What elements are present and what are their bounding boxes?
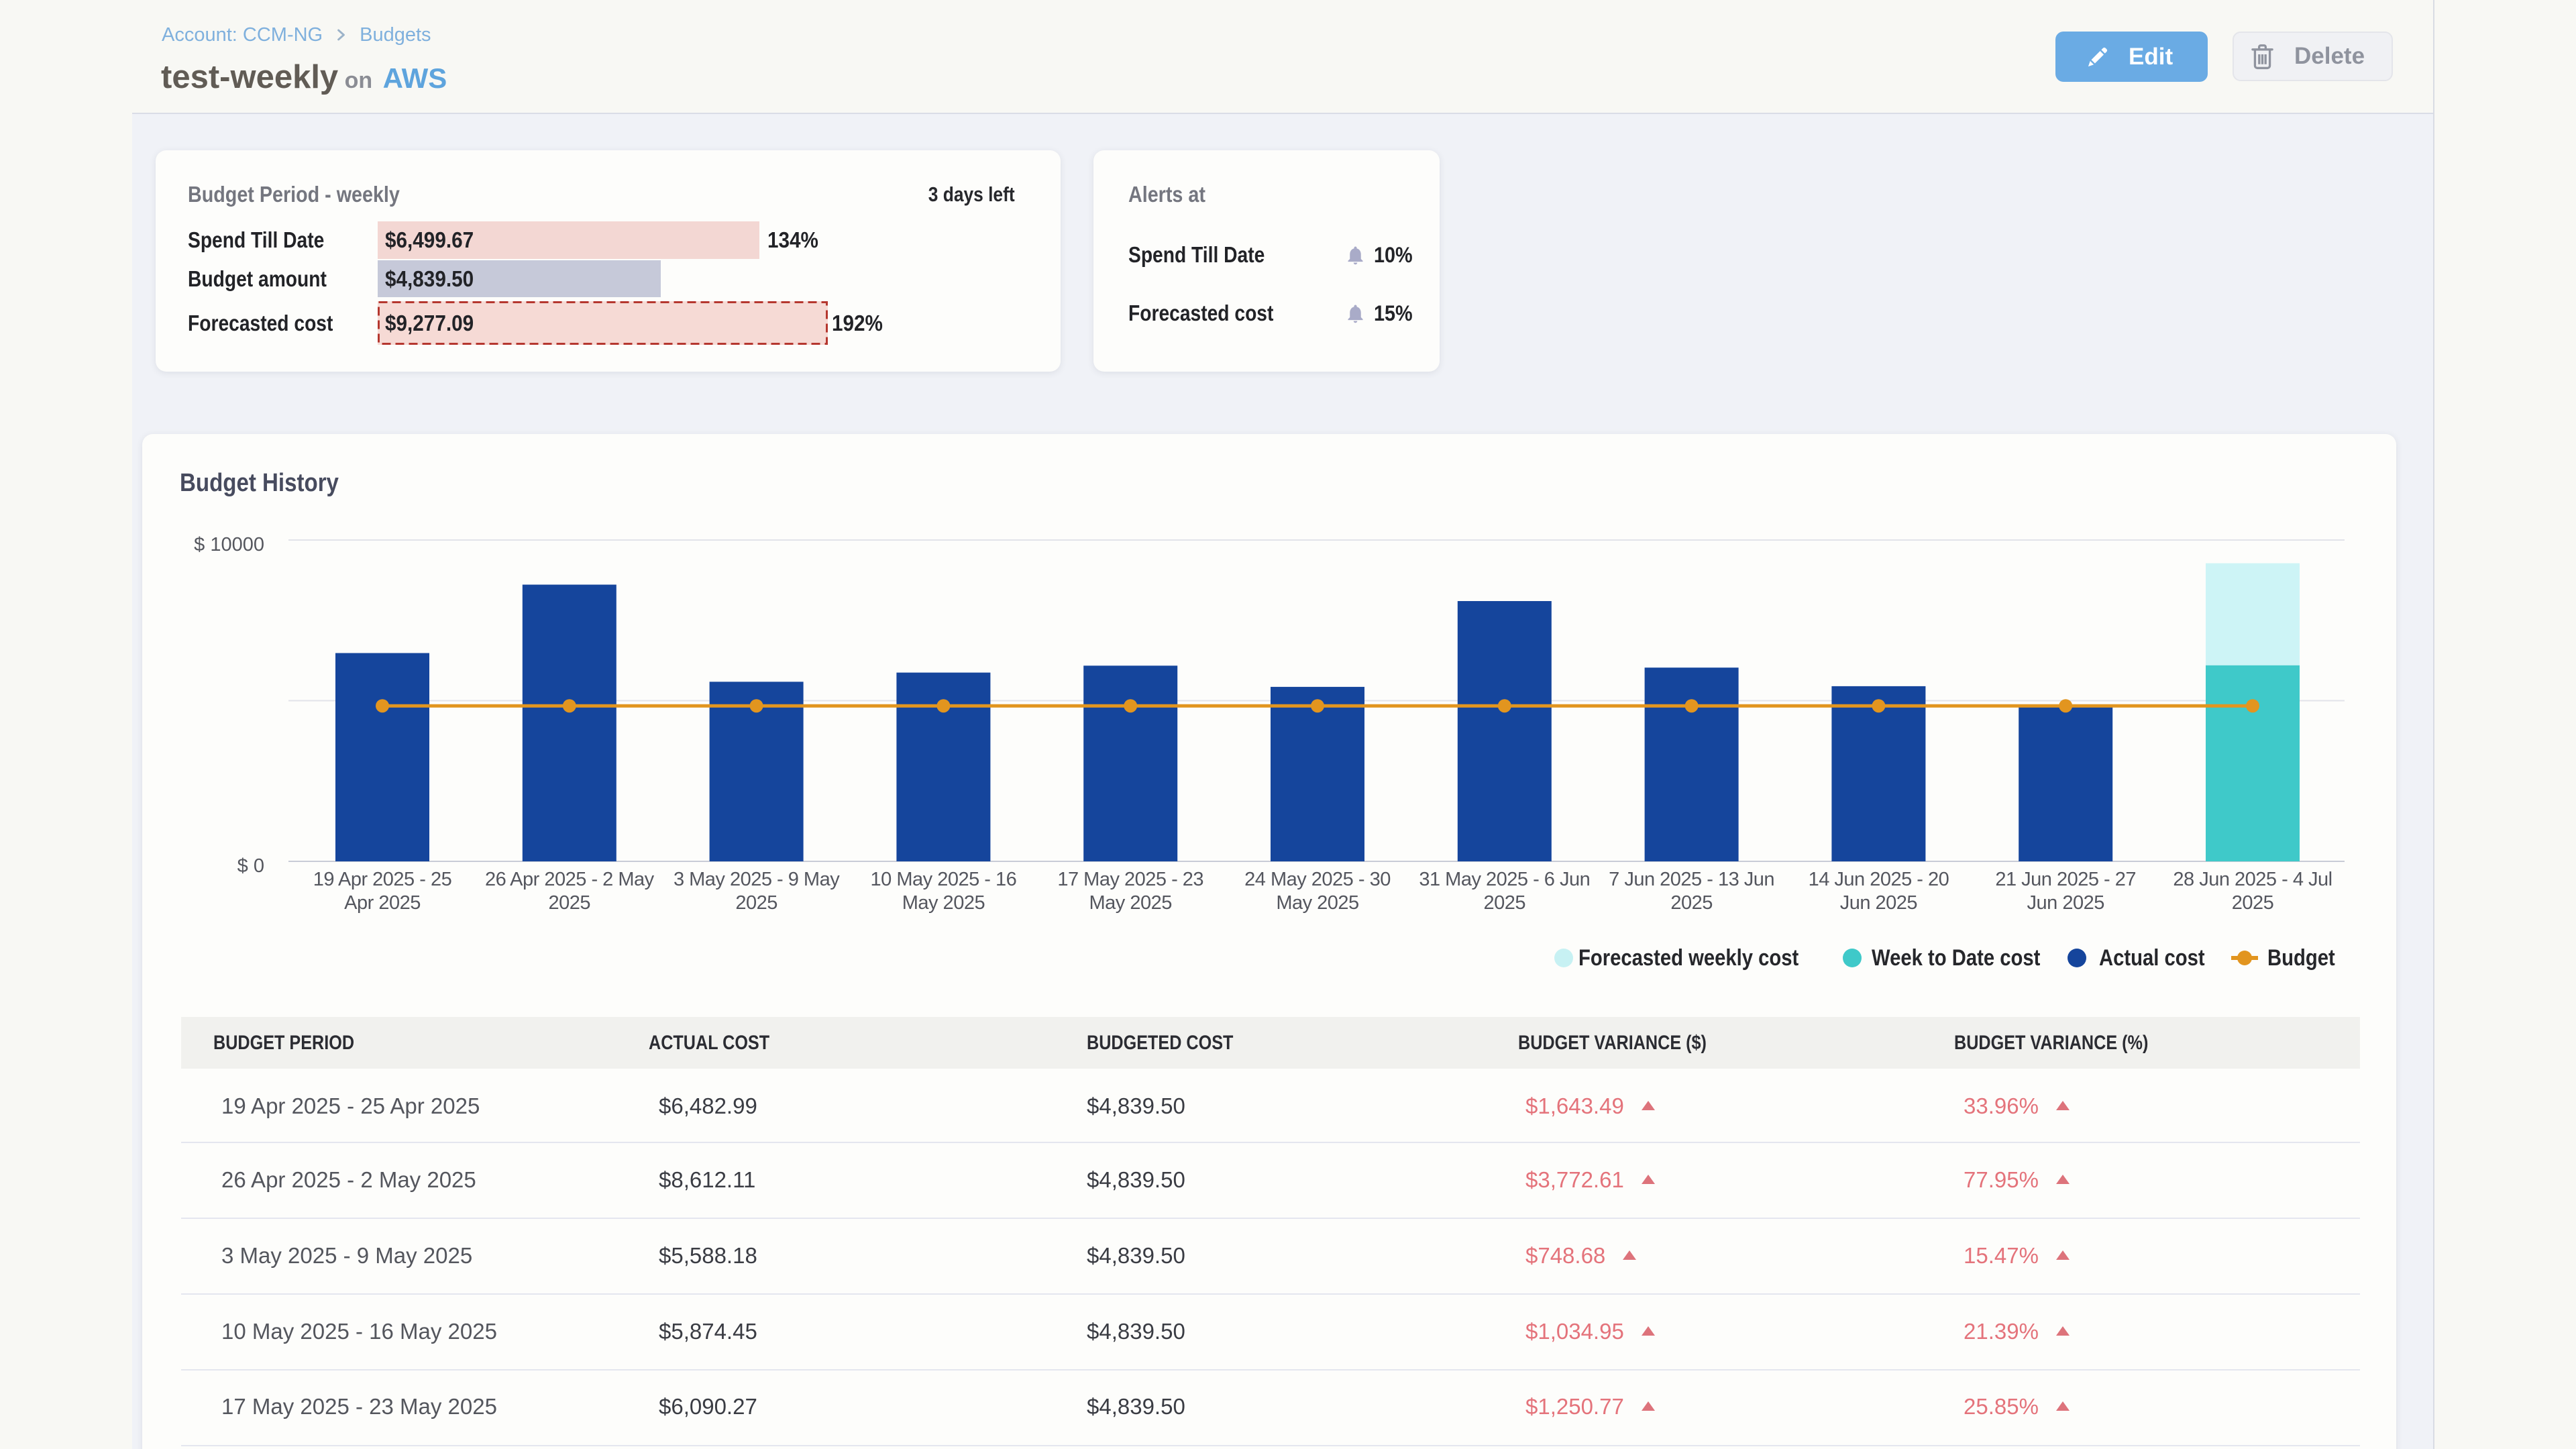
svg-text:31 May 2025 - 6 Jun: 31 May 2025 - 6 Jun bbox=[1419, 869, 1590, 890]
svg-text:14 Jun 2025 - 20: 14 Jun 2025 - 20 bbox=[1809, 869, 1949, 890]
svg-text:Jun 2025: Jun 2025 bbox=[1840, 892, 1917, 914]
svg-text:$ 10000: $ 10000 bbox=[194, 534, 264, 555]
svg-text:2025: 2025 bbox=[2232, 892, 2274, 914]
svg-text:May 2025: May 2025 bbox=[1089, 892, 1172, 914]
svg-text:May 2025: May 2025 bbox=[1276, 892, 1358, 914]
svg-text:2025: 2025 bbox=[1484, 892, 1526, 914]
svg-text:May 2025: May 2025 bbox=[902, 892, 985, 914]
svg-text:$ 0: $ 0 bbox=[237, 855, 264, 877]
svg-text:26 Apr 2025 - 2 May: 26 Apr 2025 - 2 May bbox=[485, 869, 655, 890]
svg-text:7 Jun 2025 - 13 Jun: 7 Jun 2025 - 13 Jun bbox=[1609, 869, 1774, 890]
svg-text:2025: 2025 bbox=[549, 892, 591, 914]
svg-text:Apr 2025: Apr 2025 bbox=[344, 892, 421, 914]
svg-text:3 May 2025 - 9 May: 3 May 2025 - 9 May bbox=[674, 869, 840, 890]
svg-text:2025: 2025 bbox=[1670, 892, 1713, 914]
svg-text:21 Jun 2025 - 27: 21 Jun 2025 - 27 bbox=[1995, 869, 2136, 890]
svg-text:10 May 2025 - 16: 10 May 2025 - 16 bbox=[871, 869, 1017, 890]
svg-text:24 May 2025 - 30: 24 May 2025 - 30 bbox=[1244, 869, 1391, 890]
svg-text:19 Apr 2025 - 25: 19 Apr 2025 - 25 bbox=[313, 869, 451, 890]
svg-text:2025: 2025 bbox=[735, 892, 777, 914]
svg-text:Jun 2025: Jun 2025 bbox=[2027, 892, 2104, 914]
svg-text:28 Jun 2025 - 4 Jul: 28 Jun 2025 - 4 Jul bbox=[2173, 869, 2332, 890]
svg-text:17 May 2025 - 23: 17 May 2025 - 23 bbox=[1057, 869, 1203, 890]
